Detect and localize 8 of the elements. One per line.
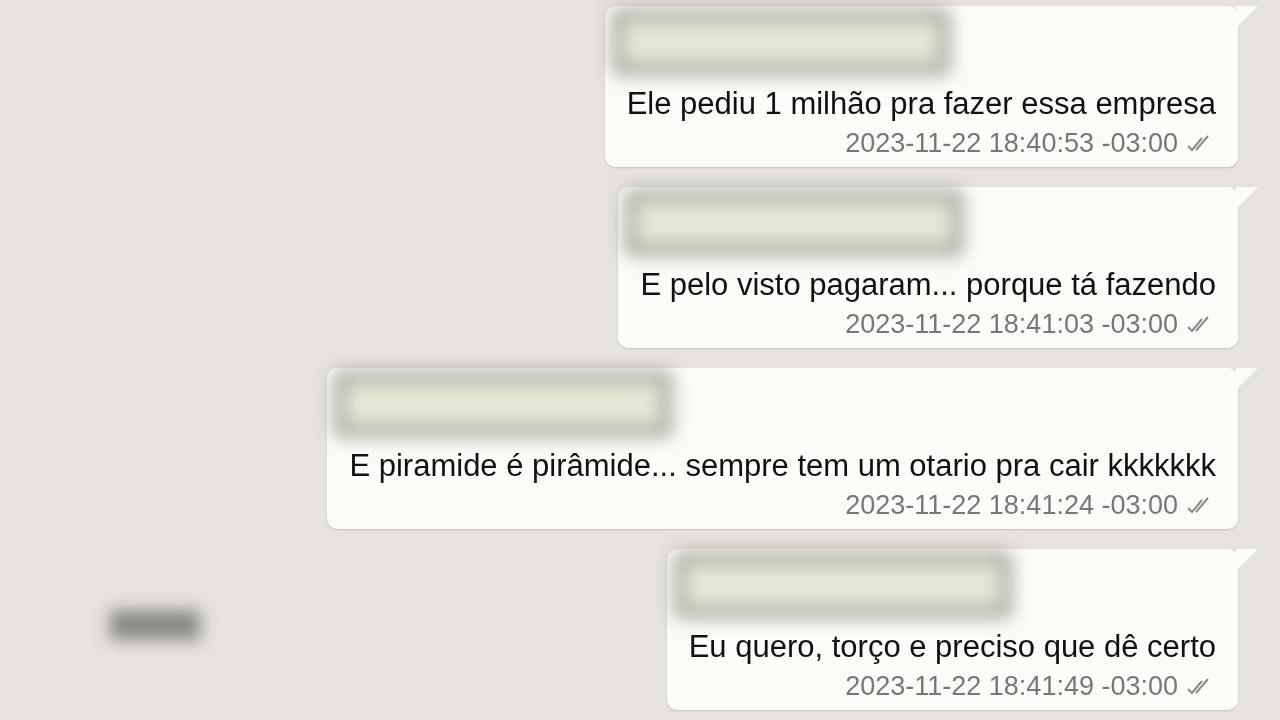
message-text: E piramide é pirâmide... sempre tem um otario pra cair kkkkkkk <box>349 447 1216 485</box>
message-timestamp: 2023-11-22 18:41:24 -03:00 <box>845 490 1178 521</box>
message-text: Eu quero, torço e preciso que dê certo <box>688 628 1216 666</box>
message-timestamp: 2023-11-22 18:41:49 -03:00 <box>845 671 1178 702</box>
message-timestamp: 2023-11-22 18:41:03 -03:00 <box>845 309 1178 340</box>
message-text: Ele pediu 1 milhão pra fazer essa empresa <box>626 85 1216 123</box>
message-timestamp: 2023-11-22 18:40:53 -03:00 <box>845 128 1178 159</box>
message-text: E pelo visto pagaram... porque tá fazendo <box>640 266 1216 304</box>
